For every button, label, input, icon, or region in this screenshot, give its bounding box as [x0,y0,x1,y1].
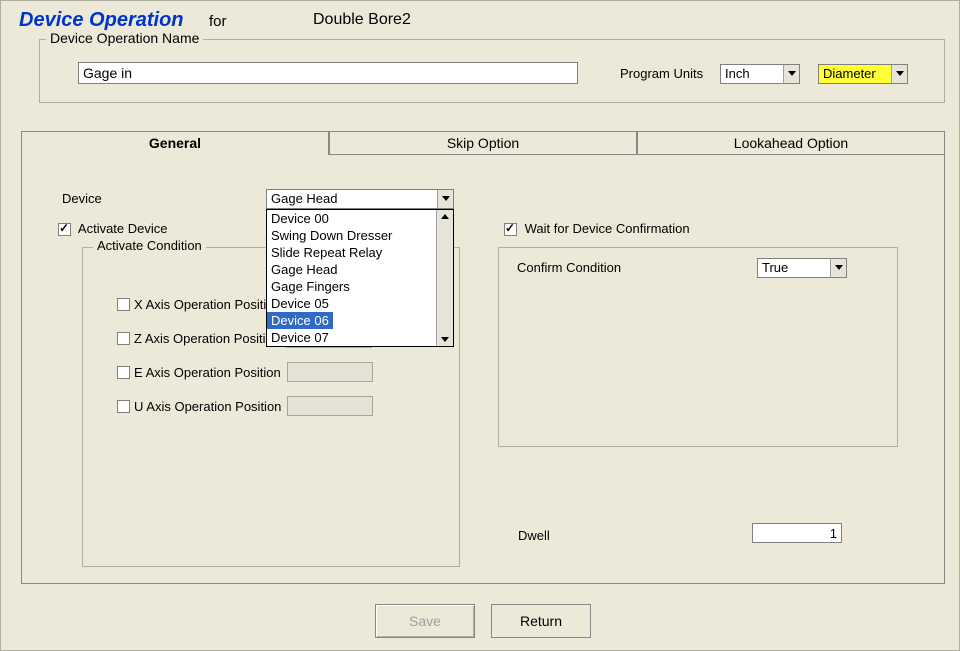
chevron-down-icon [891,65,907,83]
units-select-value: Inch [725,66,750,81]
device-operation-dialog: Device Operation for Double Bore2 Device… [0,0,960,651]
x-axis-checkbox[interactable] [117,298,130,311]
tab-bar: General Skip Option Lookahead Option [21,131,945,155]
device-option[interactable]: Device 07 [267,329,453,346]
u-axis-label: U Axis Operation Position [134,399,281,414]
device-option-highlighted[interactable]: Device 06 [267,312,333,329]
operation-name-group: Device Operation Name Program Units Inch… [39,39,945,103]
wait-confirmation-row[interactable]: Wait for Device Confirmation [500,220,690,239]
scrollbar[interactable] [436,210,453,346]
device-select-value: Gage Head [271,191,338,206]
e-axis-checkbox[interactable] [117,366,130,379]
diameter-select-value: Diameter [823,66,876,81]
activate-device-checkbox[interactable] [58,223,71,236]
e-axis-position-input [287,362,373,382]
confirm-condition-group: Confirm Condition True [498,247,898,447]
program-units-label: Program Units [620,66,703,81]
activate-condition-legend: Activate Condition [93,238,206,253]
tab-lookahead-option[interactable]: Lookahead Option [637,131,945,155]
wait-confirmation-label: Wait for Device Confirmation [525,221,690,236]
confirm-condition-select[interactable]: True [757,258,847,278]
z-axis-label: Z Axis Operation Position [134,331,280,346]
activate-device-row[interactable]: Activate Device [54,220,168,239]
device-option[interactable]: Slide Repeat Relay [267,244,453,261]
device-label: Device [62,191,102,206]
tab-skip-option[interactable]: Skip Option [329,131,637,155]
device-dropdown-list[interactable]: Device 00 Swing Down Dresser Slide Repea… [266,209,454,347]
device-option[interactable]: Device 05 [267,295,453,312]
device-option[interactable]: Gage Fingers [267,278,453,295]
page-title: Device Operation [19,9,184,32]
x-axis-label: X Axis Operation Position [134,297,281,312]
u-axis-checkbox[interactable] [117,400,130,413]
dwell-label: Dwell [518,528,550,543]
device-select[interactable]: Gage Head [266,189,454,209]
dwell-input[interactable] [752,523,842,543]
wait-confirmation-checkbox[interactable] [504,223,517,236]
u-axis-row[interactable]: U Axis Operation Position [113,396,373,416]
activate-device-label: Activate Device [78,221,168,236]
u-axis-position-input [287,396,373,416]
confirm-condition-label: Confirm Condition [517,260,621,275]
diameter-select[interactable]: Diameter [818,64,908,84]
target-name: Double Bore2 [313,11,411,29]
confirm-condition-value: True [762,260,788,275]
chevron-down-icon [783,65,799,83]
chevron-down-icon [830,259,846,277]
device-option[interactable]: Gage Head [267,261,453,278]
operation-name-input[interactable] [78,62,578,84]
z-axis-checkbox[interactable] [117,332,130,345]
save-button: Save [375,604,475,638]
operation-name-legend: Device Operation Name [46,30,203,46]
device-option[interactable]: Swing Down Dresser [267,227,453,244]
tab-body-general: Device Gage Head Device 00 Swing Down Dr… [21,154,945,584]
units-select[interactable]: Inch [720,64,800,84]
tab-general[interactable]: General [21,131,329,155]
e-axis-label: E Axis Operation Position [134,365,281,380]
return-button[interactable]: Return [491,604,591,638]
device-option[interactable]: Device 00 [267,210,453,227]
e-axis-row[interactable]: E Axis Operation Position [113,362,373,382]
for-label: for [209,13,227,30]
chevron-down-icon [437,190,453,208]
